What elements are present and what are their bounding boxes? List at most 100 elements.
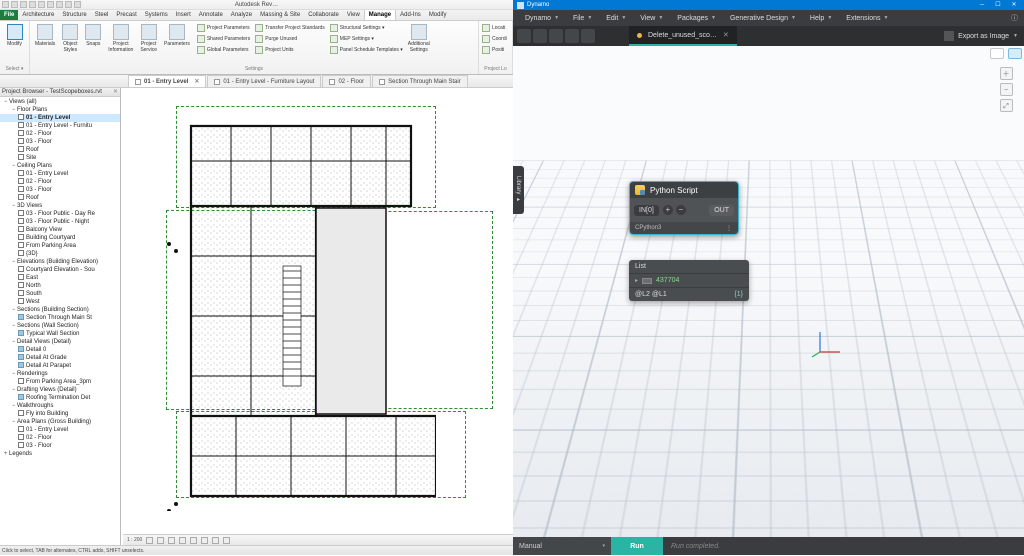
python-script-node[interactable]: Python Script IN[0] + − OUT CPython3 ⋮ [629, 181, 739, 235]
mep-settings-button[interactable]: MEP Settings ▾ [330, 34, 403, 44]
tree-node[interactable]: −Ceiling Plans [0, 162, 120, 170]
close-button[interactable]: ✕ [1006, 0, 1022, 10]
sun-path-icon[interactable] [168, 537, 175, 544]
position-button[interactable]: Positi [482, 45, 509, 55]
tree-node[interactable]: Detail At Grade [0, 354, 120, 362]
qat-button[interactable] [11, 1, 18, 8]
visual-style-icon[interactable] [157, 537, 164, 544]
object-styles-button[interactable]: ObjectStyles [60, 23, 80, 55]
parameters-button[interactable]: Parameters [162, 23, 192, 55]
tree-node[interactable]: 01 - Entry Level - Furnitu [0, 122, 120, 130]
tree-node[interactable]: Roof [0, 194, 120, 202]
tab-steel[interactable]: Steel [91, 10, 113, 20]
additional-settings-button[interactable]: Additional Settings [406, 23, 432, 55]
tab-analyze[interactable]: Analyze [227, 10, 256, 20]
tree-node[interactable]: 03 - Floor Public - Night [0, 218, 120, 226]
tab-architecture[interactable]: Architecture [18, 10, 58, 20]
geometry-view-button[interactable] [1008, 48, 1022, 59]
tab-collaborate[interactable]: Collaborate [304, 10, 343, 20]
tab-addins[interactable]: Add-Ins [396, 10, 425, 20]
preview-item[interactable]: ▸ 437704 [629, 274, 749, 288]
tree-node[interactable]: South [0, 290, 120, 298]
shadows-icon[interactable] [179, 537, 186, 544]
tree-node[interactable]: {3D} [0, 250, 120, 258]
run-mode-select[interactable]: Manual ▾ [513, 537, 611, 555]
menu-packages[interactable]: Packages▼ [671, 15, 722, 22]
graph-view-button[interactable] [990, 48, 1004, 59]
shared-parameters-button[interactable]: Shared Parameters [197, 34, 250, 44]
remove-input-button[interactable]: − [676, 205, 686, 215]
tree-node[interactable]: −Drafting Views (Detail) [0, 386, 120, 394]
tree-node[interactable]: 01 - Entry Level [0, 426, 120, 434]
tree-node[interactable]: Roof [0, 146, 120, 154]
tree-node[interactable]: Section Through Main St [0, 314, 120, 322]
save-button[interactable] [549, 29, 563, 43]
view-scale[interactable]: 1 : 200 [127, 537, 142, 543]
zoom-in-button[interactable]: ＋ [1000, 67, 1013, 80]
qat-button[interactable] [74, 1, 81, 8]
maximize-button[interactable]: ☐ [990, 0, 1006, 10]
zoom-out-button[interactable]: − [1000, 83, 1013, 96]
tree-node[interactable]: Typical Wall Section [0, 330, 120, 338]
tree-node[interactable]: Detail 0 [0, 346, 120, 354]
tab-precast[interactable]: Precast [112, 10, 140, 20]
tree-node[interactable]: West [0, 298, 120, 306]
tree-node[interactable]: From Parking Area_3pm [0, 378, 120, 386]
qat-button[interactable] [2, 1, 9, 8]
output-port[interactable]: OUT [709, 205, 734, 216]
hide-isolate-icon[interactable] [212, 537, 219, 544]
materials-button[interactable]: Materials [33, 23, 57, 55]
modify-button[interactable]: Modify [3, 23, 26, 48]
snaps-button[interactable]: Snaps [83, 23, 103, 55]
close-icon[interactable]: ✕ [194, 76, 199, 88]
menu-view[interactable]: View▼ [634, 15, 669, 22]
tree-node[interactable]: 01 - Entry Level [0, 170, 120, 178]
structural-settings-button[interactable]: Structural Settings ▾ [330, 23, 403, 33]
tab-modify[interactable]: Modify [425, 10, 451, 20]
tab-structure[interactable]: Structure [58, 10, 90, 20]
tree-node[interactable]: 02 - Floor [0, 178, 120, 186]
tree-node[interactable]: 03 - Floor [0, 186, 120, 194]
node-header[interactable]: Python Script [630, 182, 738, 198]
tree-node[interactable]: −Sections (Wall Section) [0, 322, 120, 330]
tree-node[interactable]: −Floor Plans [0, 106, 120, 114]
menu-edit[interactable]: Edit▼ [600, 15, 632, 22]
tree-node[interactable]: Building Courtyard [0, 234, 120, 242]
run-button[interactable]: Run [611, 537, 663, 555]
tree-node[interactable]: Fly into Building [0, 410, 120, 418]
tree-node[interactable]: +Legends [0, 450, 120, 458]
info-icon[interactable]: ⓘ [1011, 13, 1018, 23]
close-icon[interactable]: ✕ [113, 88, 118, 97]
project-units-button[interactable]: Project Units [255, 45, 325, 55]
node-menu-icon[interactable]: ⋮ [726, 225, 733, 232]
expand-icon[interactable]: ▸ [635, 277, 638, 284]
tree-node[interactable]: −Views (all) [0, 98, 120, 106]
drawing-canvas[interactable] [121, 88, 513, 545]
minimize-button[interactable]: ─ [974, 0, 990, 10]
menu-help[interactable]: Help▼ [804, 15, 838, 22]
tree-node[interactable]: 02 - Floor [0, 130, 120, 138]
tree-node[interactable]: East [0, 274, 120, 282]
tree-node[interactable]: Roofing Termination Det [0, 394, 120, 402]
library-handle[interactable]: Library ▸ [513, 166, 524, 214]
location-button[interactable]: Locati [482, 23, 509, 33]
tree-node[interactable]: Detail At Parapet [0, 362, 120, 370]
new-button[interactable] [517, 29, 531, 43]
tree-node[interactable]: 03 - Floor Public - Day Re [0, 210, 120, 218]
dynamo-canvas[interactable]: ＋ − ⤢ Library ▸ Python Script IN[0] + − … [513, 46, 1024, 537]
tree-node[interactable]: −3D Views [0, 202, 120, 210]
redo-button[interactable] [581, 29, 595, 43]
tree-node[interactable]: 02 - Floor [0, 434, 120, 442]
purge-unused-button[interactable]: Purge Unused [255, 34, 325, 44]
tree-node[interactable]: Balcony View [0, 226, 120, 234]
qat-button[interactable] [29, 1, 36, 8]
menu-dynamo[interactable]: Dynamo▼ [519, 15, 565, 22]
tree-node[interactable]: 03 - Floor [0, 442, 120, 450]
open-button[interactable] [533, 29, 547, 43]
viewtab-furniture-layout[interactable]: 01 - Entry Level - Furniture Layout [207, 75, 321, 87]
qat-button[interactable] [20, 1, 27, 8]
tab-systems[interactable]: Systems [141, 10, 172, 20]
graph-tab[interactable]: Delete_unused_sco… ✕ [629, 26, 737, 46]
tab-insert[interactable]: Insert [172, 10, 195, 20]
viewtab-02-floor[interactable]: 02 - Floor [322, 75, 371, 87]
